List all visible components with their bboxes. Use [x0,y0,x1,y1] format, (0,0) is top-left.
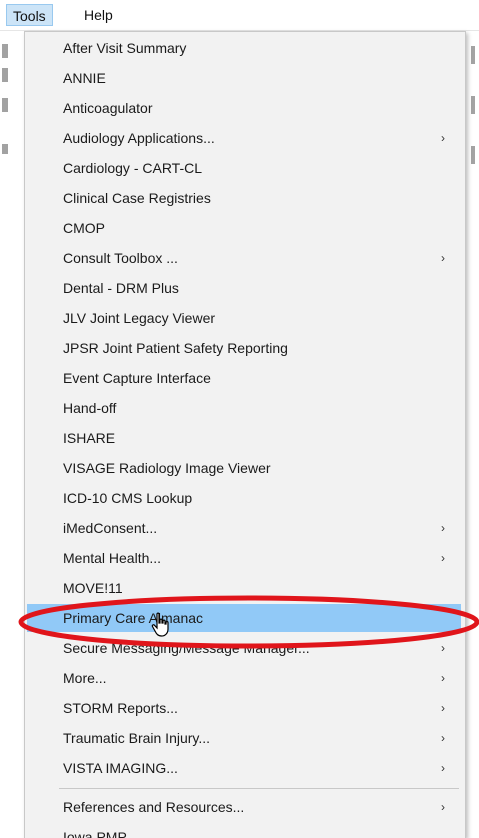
chevron-right-icon: › [441,641,445,655]
menu-item-label: Event Capture Interface [63,370,211,386]
menu-item-label: MOVE!11 [63,580,123,596]
chevron-right-icon: › [441,131,445,145]
menu-item-audiology-applications[interactable]: Audiology Applications... › [27,124,461,152]
menu-item-label: ICD-10 CMS Lookup [63,490,193,506]
menu-item-label: More... [63,670,107,686]
menu-item-event-capture-interface[interactable]: Event Capture Interface [27,364,461,392]
menu-item-imedconsent[interactable]: iMedConsent... › [27,514,461,542]
menu-item-label: Secure Messaging/Message Manager... [63,640,310,656]
menu-item-label: ISHARE [63,430,116,446]
menu-bar: Tools Help [0,0,479,31]
menu-item-label: CMOP [63,220,105,236]
menu-item-traumatic-brain-injury[interactable]: Traumatic Brain Injury... › [27,724,461,752]
menu-item-label: JPSR Joint Patient Safety Reporting [63,340,288,356]
menu-item-label: Hand-off [63,400,117,416]
menu-item-ishare[interactable]: ISHARE [27,424,461,452]
menu-item-visage-radiology-image-viewer[interactable]: VISAGE Radiology Image Viewer [27,454,461,482]
menu-item-label: STORM Reports... [63,700,178,716]
menu-item-label: ANNIE [63,70,106,86]
menu-item-label: Iowa PMP [63,829,127,838]
menu-item-clinical-case-registries[interactable]: Clinical Case Registries [27,184,461,212]
menu-tools[interactable]: Tools [6,4,53,26]
menu-item-storm-reports[interactable]: STORM Reports... › [27,694,461,722]
menu-item-cardiology-cart-cl[interactable]: Cardiology - CART-CL [27,154,461,182]
chevron-right-icon: › [441,671,445,685]
chevron-right-icon: › [441,761,445,775]
background-window-edge [0,36,14,156]
tools-dropdown-menu: After Visit Summary ANNIE Anticoagulator Au… [24,31,466,838]
menu-item-icd-10-cms-lookup[interactable]: ICD-10 CMS Lookup [27,484,461,512]
menu-item-iowa-pmp[interactable]: Iowa PMP [27,823,461,838]
chevron-right-icon: › [441,800,445,814]
chevron-right-icon: › [441,731,445,745]
menu-item-move-11[interactable]: MOVE!11 [27,574,461,602]
menu-item-consult-toolbox[interactable]: Consult Toolbox ... › [27,244,461,272]
menu-help[interactable]: Help [78,4,119,26]
menu-item-label: References and Resources... [63,799,245,815]
menu-item-label: Consult Toolbox ... [63,250,178,266]
menu-item-references-and-resources[interactable]: References and Resources... › [27,793,461,821]
menu-item-dental-drm-plus[interactable]: Dental - DRM Plus [27,274,461,302]
menu-item-label: Audiology Applications... [63,130,215,146]
menu-item-secure-messaging-message-manager[interactable]: Secure Messaging/Message Manager... › [27,634,461,662]
chevron-right-icon: › [441,521,445,535]
menu-item-primary-care-almanac[interactable]: Primary Care Almanac [27,604,461,632]
menu-item-label: Cardiology - CART-CL [63,160,203,176]
menu-item-label: Mental Health... [63,550,162,566]
menu-item-label: JLV Joint Legacy Viewer [63,310,216,326]
menu-item-label: VISTA IMAGING... [63,760,178,776]
menu-item-label: VISAGE Radiology Image Viewer [63,460,271,476]
menu-item-label: Traumatic Brain Injury... [63,730,211,746]
chevron-right-icon: › [441,251,445,265]
menu-item-annie[interactable]: ANNIE [27,64,461,92]
menu-item-after-visit-summary[interactable]: After Visit Summary [27,34,461,62]
menu-item-cmop[interactable]: CMOP [27,214,461,242]
menu-item-label: Dental - DRM Plus [63,280,179,296]
menu-item-more[interactable]: More... › [27,664,461,692]
menu-item-anticoagulator[interactable]: Anticoagulator [27,94,461,122]
menu-item-label: After Visit Summary [63,40,187,56]
menu-item-label: Anticoagulator [63,100,153,116]
menu-item-label: Primary Care Almanac [63,610,204,626]
background-scrollbar [467,38,479,164]
menu-item-label: Clinical Case Registries [63,190,211,206]
menu-item-label: iMedConsent... [63,520,158,536]
chevron-right-icon: › [441,701,445,715]
menu-item-vista-imaging[interactable]: VISTA IMAGING... › [27,754,461,782]
menu-item-hand-off[interactable]: Hand-off [27,394,461,422]
menu-item-jpsr-joint-patient-safety-reporting[interactable]: JPSR Joint Patient Safety Reporting [27,334,461,362]
menu-item-mental-health[interactable]: Mental Health... › [27,544,461,572]
menu-separator [59,788,459,789]
chevron-right-icon: › [441,551,445,565]
menu-item-jlv-joint-legacy-viewer[interactable]: JLV Joint Legacy Viewer [27,304,461,332]
